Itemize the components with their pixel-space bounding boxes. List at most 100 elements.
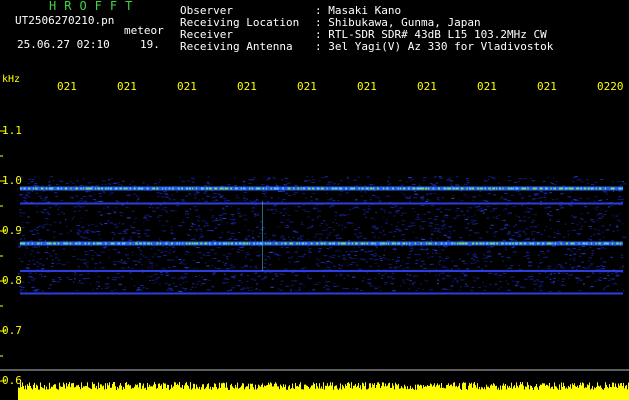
noise-speck — [562, 236, 566, 238]
noise-speck — [173, 239, 176, 241]
carrier-speck — [598, 242, 601, 245]
noise-speck — [543, 253, 546, 255]
audio-bar — [124, 388, 125, 400]
noise-speck — [379, 290, 382, 292]
noise-speck — [507, 268, 509, 270]
noise-speck — [618, 220, 621, 222]
noise-speck — [351, 261, 356, 263]
audio-bar — [603, 389, 604, 400]
audio-bar — [497, 389, 498, 400]
noise-speck — [130, 236, 132, 238]
noise-speck — [518, 264, 521, 266]
noise-speck — [561, 278, 566, 280]
carrier-speck — [53, 242, 56, 245]
noise-speck — [472, 223, 476, 225]
noise-speck — [438, 231, 441, 233]
noise-speck — [311, 179, 315, 181]
audio-bar — [563, 382, 564, 400]
noise-speck — [36, 232, 39, 234]
audio-bar — [173, 386, 174, 400]
noise-speck — [245, 256, 247, 258]
noise-speck — [553, 177, 555, 179]
noise-speck — [204, 191, 208, 192]
noise-speck — [296, 250, 298, 252]
carrier-speck — [239, 242, 242, 245]
noise-speck — [18, 245, 22, 247]
noise-speck — [160, 240, 163, 242]
audio-bar — [313, 382, 314, 400]
noise-speck — [205, 225, 209, 227]
audio-bar — [41, 387, 42, 400]
noise-speck — [495, 217, 499, 219]
noise-speck — [597, 279, 600, 281]
noise-speck — [325, 281, 329, 283]
noise-speck — [266, 179, 269, 181]
audio-bar — [413, 389, 414, 400]
audio-bar — [518, 387, 519, 400]
noise-speck — [463, 183, 468, 185]
audio-bar — [550, 388, 551, 400]
audio-bar — [601, 387, 602, 400]
noise-speck — [526, 238, 530, 240]
noise-speck — [333, 283, 335, 285]
carrier-speck — [471, 187, 474, 190]
carrier-speck — [595, 242, 597, 245]
noise-speck — [505, 247, 507, 249]
audio-bar — [62, 386, 63, 400]
carrier-speck — [80, 187, 82, 190]
noise-speck — [515, 232, 520, 234]
noise-speck — [38, 239, 43, 241]
noise-speck — [448, 177, 451, 179]
noise-speck — [329, 247, 333, 249]
noise-speck — [508, 231, 511, 233]
noise-speck — [615, 215, 619, 217]
carrier-speck — [587, 187, 590, 190]
audio-bar — [446, 385, 447, 400]
audio-bar — [179, 382, 180, 400]
noise-speck — [121, 276, 124, 278]
audio-bar — [64, 384, 65, 400]
audio-bar — [130, 385, 131, 400]
noise-speck — [508, 238, 513, 240]
noise-speck — [436, 208, 440, 210]
noise-speck — [415, 275, 419, 277]
noise-speck — [367, 208, 371, 210]
noise-speck — [277, 288, 280, 290]
noise-speck — [528, 265, 532, 267]
noise-speck — [94, 263, 98, 265]
audio-bar — [164, 383, 165, 400]
carrier-speck — [606, 242, 609, 245]
audio-bar — [352, 388, 353, 400]
noise-speck — [551, 183, 554, 185]
carrier-line — [20, 292, 623, 295]
noise-speck — [357, 246, 361, 248]
audio-bar — [318, 388, 319, 400]
noise-speck — [531, 233, 533, 235]
noise-speck — [329, 256, 332, 258]
audio-bar — [215, 383, 216, 400]
noise-speck — [369, 258, 373, 260]
noise-speck — [88, 245, 92, 247]
carrier-speck — [521, 187, 524, 190]
noise-speck — [162, 225, 165, 226]
noise-speck — [77, 233, 80, 235]
noise-speck — [359, 184, 361, 186]
noise-speck — [101, 190, 105, 192]
noise-speck — [227, 253, 232, 255]
noise-speck — [289, 221, 294, 223]
noise-speck — [324, 285, 328, 287]
noise-speck — [449, 180, 454, 182]
audio-bar — [406, 389, 407, 400]
noise-speck — [58, 206, 61, 208]
noise-speck — [52, 250, 55, 252]
noise-speck — [257, 251, 259, 253]
carrier-speck — [312, 187, 315, 190]
carrier-speck — [326, 187, 328, 190]
noise-speck — [372, 225, 377, 227]
noise-speck — [434, 274, 437, 276]
noise-speck — [51, 279, 55, 281]
noise-speck — [556, 260, 558, 261]
noise-speck — [383, 217, 385, 218]
noise-speck — [574, 253, 576, 255]
noise-speck — [390, 276, 394, 278]
